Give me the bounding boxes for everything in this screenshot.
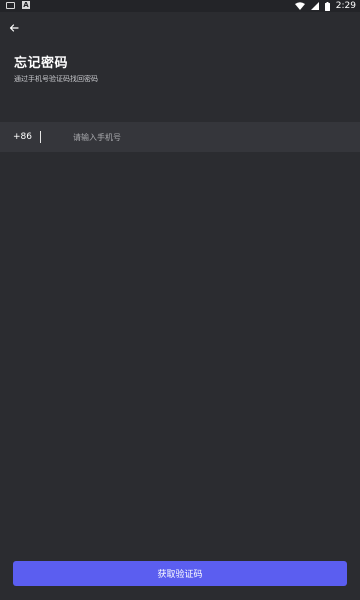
phone-input[interactable] xyxy=(69,122,343,152)
battery-icon xyxy=(324,1,330,11)
page-subtitle: 通过手机号验证码找回密码 xyxy=(14,75,98,83)
forgot-password-screen: A 2:29 忘记密码 通过手机号验证码找回密码 +86 获取验证码 xyxy=(0,0,360,600)
signal-icon xyxy=(310,2,319,10)
back-arrow-icon xyxy=(9,24,19,32)
country-code[interactable]: +86 xyxy=(13,122,32,152)
phone-input-row: +86 xyxy=(0,122,360,152)
back-button[interactable] xyxy=(7,21,21,35)
message-icon xyxy=(6,1,15,9)
get-verification-code-button[interactable]: 获取验证码 xyxy=(13,561,347,586)
status-right-icons: 2:29 xyxy=(294,0,356,12)
country-code-divider xyxy=(40,131,41,143)
status-time: 2:29 xyxy=(335,1,356,11)
page-title: 忘记密码 xyxy=(14,56,69,71)
status-left-icons: A xyxy=(6,1,30,9)
a-notification-icon: A xyxy=(22,1,30,9)
wifi-icon xyxy=(294,2,305,10)
status-bar: A 2:29 xyxy=(0,0,360,12)
